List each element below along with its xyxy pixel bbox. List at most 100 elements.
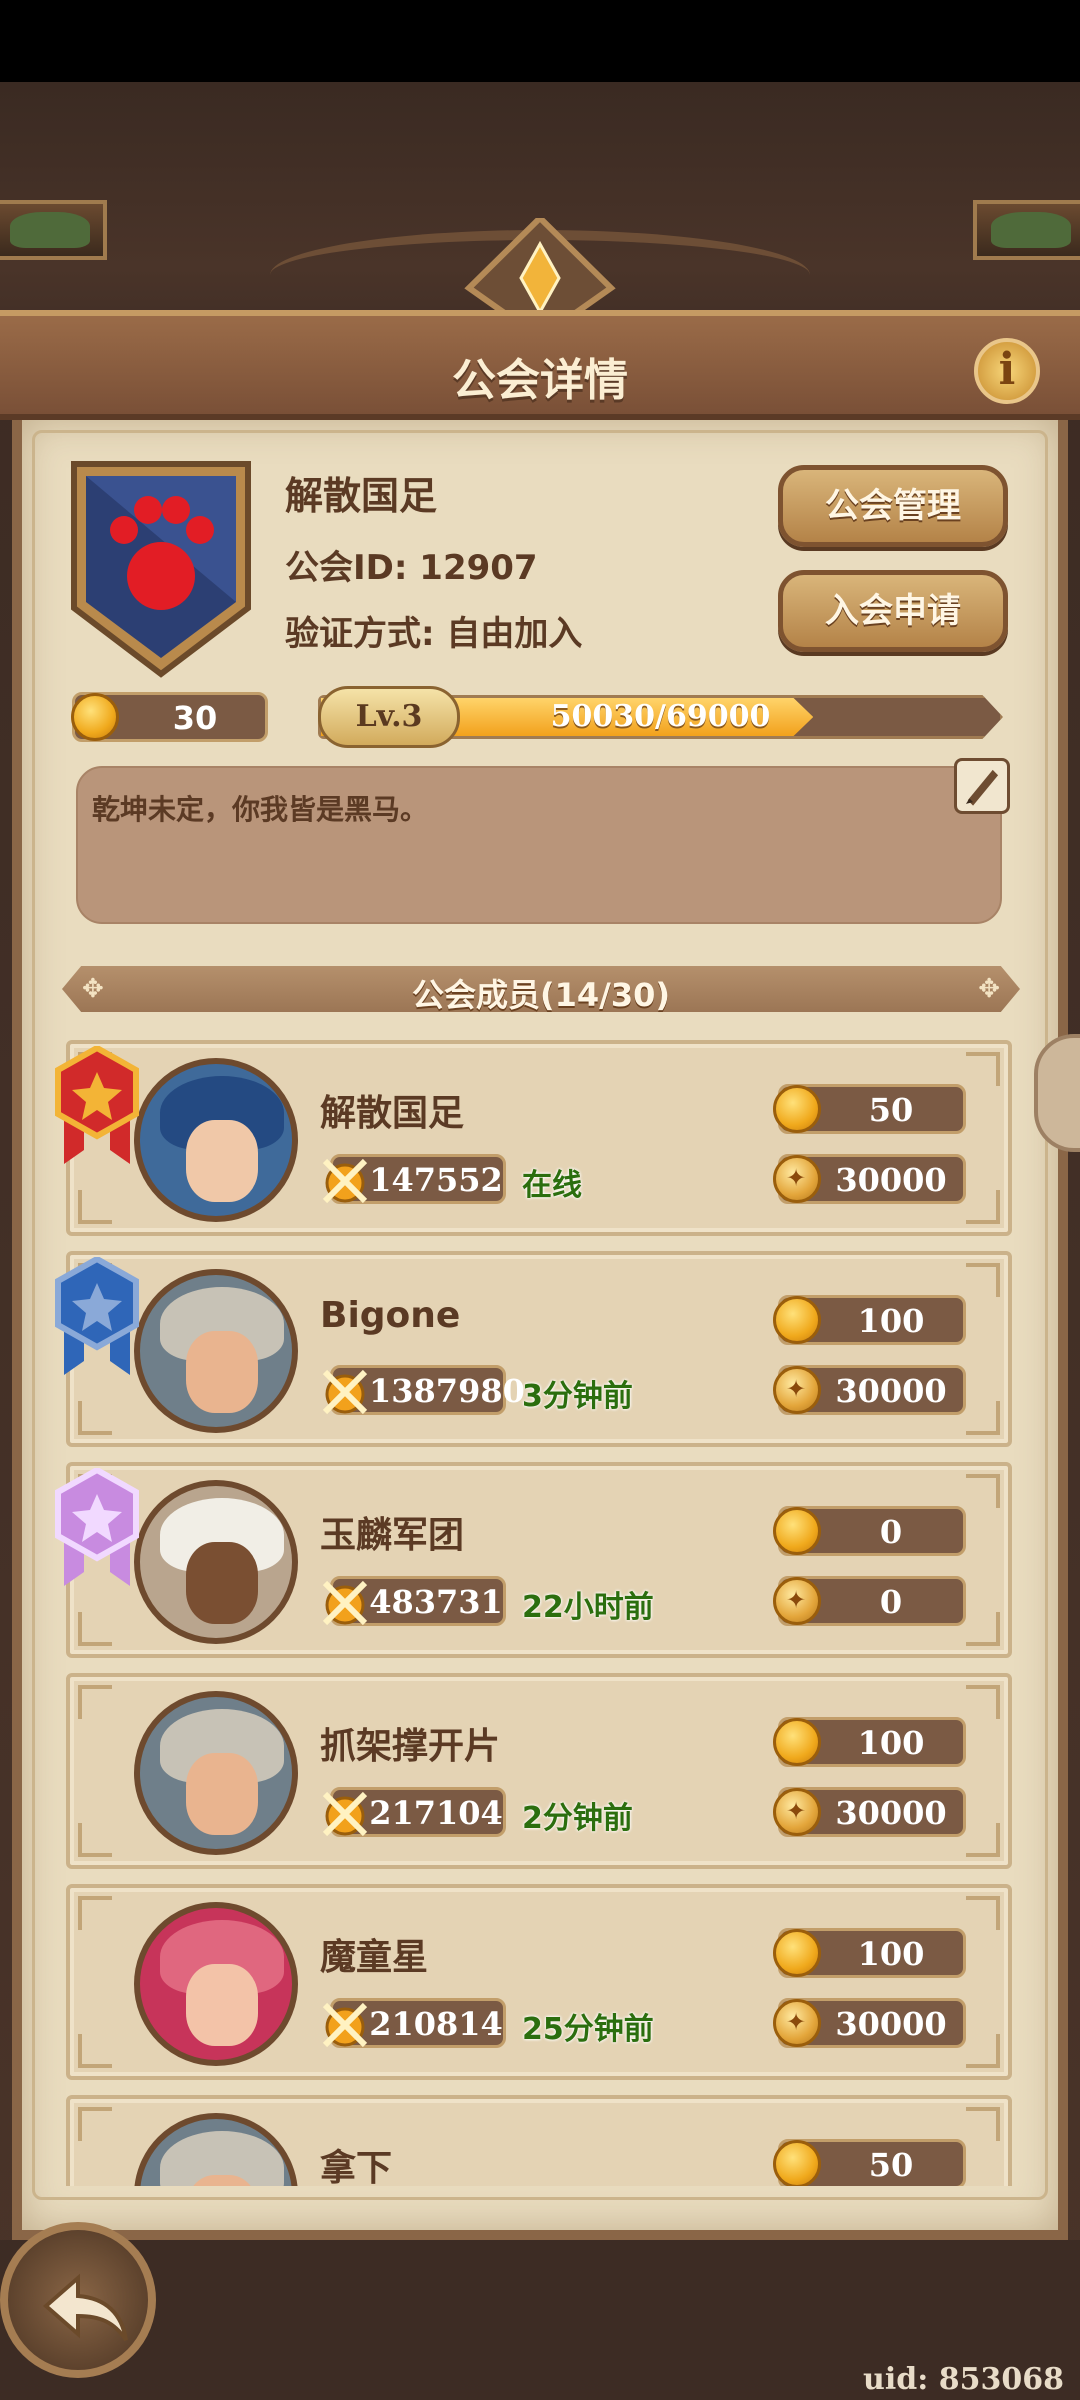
crossed-swords-icon — [322, 1791, 368, 1837]
member-contribution-value: 50 — [868, 1091, 914, 1129]
eagle-coin-icon: ✦ — [773, 1999, 821, 2047]
guild-coin-value: 30 — [172, 699, 218, 737]
member-card[interactable]: 解散国足 147552 在线 50 ✦ 30000 — [55, 1040, 1012, 1236]
member-contribution-value: 100 — [857, 1724, 925, 1762]
member-contribution-value: 100 — [857, 1302, 925, 1340]
member-donation: ✦ 30000 — [773, 1787, 966, 1837]
crossed-swords-icon — [322, 1158, 368, 1204]
guild-verify-method: 验证方式: 自由加入 — [285, 614, 583, 654]
guild-id: 公会ID: 12907 — [285, 548, 538, 588]
member-avatar[interactable] — [134, 1058, 298, 1222]
card-corner-ornament — [966, 1052, 1000, 1086]
member-contribution: 100 — [773, 1928, 966, 1978]
guild-manage-button[interactable]: 公会管理 — [778, 465, 1008, 547]
card-corner-ornament — [78, 1612, 112, 1646]
member-power: 483731 — [322, 1576, 506, 1626]
member-last-online: 3分钟前 — [522, 1379, 633, 1414]
member-donation: ✦ 30000 — [773, 1154, 966, 1204]
eagle-coin-icon: ✦ — [773, 1155, 821, 1203]
member-name: 解散国足 — [320, 1093, 465, 1134]
member-card[interactable]: 魔童星 210814 25分钟前 100 ✦ 30000 — [66, 1884, 1012, 2080]
coin-icon — [773, 2140, 821, 2186]
member-contribution: 100 — [773, 1295, 966, 1345]
card-corner-ornament — [966, 1612, 1000, 1646]
user-id: uid: 853068 — [863, 2362, 1064, 2397]
elite-rank-badge-icon — [55, 1468, 139, 1586]
back-button[interactable] — [0, 2222, 156, 2378]
join-request-button[interactable]: 入会申请 — [778, 570, 1008, 652]
card-corner-ornament — [966, 2034, 1000, 2068]
members-banner: ✥ 公会成员(14/30) ✥ — [62, 966, 1020, 1012]
member-name: 拿下 — [320, 2148, 393, 2186]
member-power-value: 210814 — [369, 2005, 503, 2043]
member-last-online: 25分钟前 — [522, 2012, 654, 2047]
member-power-value: 1387980 — [369, 1372, 525, 1410]
guild-emblem-icon — [71, 461, 251, 678]
card-corner-ornament — [78, 1685, 112, 1719]
card-corner-ornament — [78, 1823, 112, 1857]
leader-rank-badge-icon — [55, 1046, 139, 1164]
member-donation: ✦ 30000 — [773, 1998, 966, 2048]
member-power: 217104 — [322, 1787, 506, 1837]
member-avatar[interactable] — [134, 1480, 298, 1644]
member-avatar[interactable] — [134, 2113, 298, 2186]
member-donation-value: 0 — [879, 1583, 903, 1621]
eagle-coin-icon: ✦ — [773, 1366, 821, 1414]
member-donation-value: 30000 — [835, 2005, 947, 2043]
card-corner-ornament — [78, 1190, 112, 1224]
member-name: 抓架撑开片 — [320, 1726, 501, 1767]
card-corner-ornament — [966, 1685, 1000, 1719]
member-name: Bigone — [320, 1295, 461, 1336]
member-avatar[interactable] — [134, 1691, 298, 1855]
card-corner-ornament — [966, 1474, 1000, 1508]
card-corner-ornament — [966, 1263, 1000, 1297]
info-icon[interactable]: i — [974, 338, 1040, 404]
member-last-online: 2分钟前 — [522, 1801, 633, 1836]
guild-coin-counter: 30 — [71, 692, 268, 742]
coin-icon — [773, 1507, 821, 1555]
card-corner-ornament — [78, 1401, 112, 1435]
guild-motto-box: 乾坤未定，你我皆是黑马。 — [76, 758, 1010, 924]
member-donation-value: 30000 — [835, 1794, 947, 1832]
guild-motto: 乾坤未定，你我皆是黑马。 — [92, 793, 429, 826]
member-list[interactable]: 解散国足 147552 在线 50 ✦ 30000 Bigone 1387980… — [30, 1040, 1050, 2186]
member-donation-value: 30000 — [835, 1161, 947, 1199]
member-power: 210814 — [322, 1998, 506, 2048]
pillar-right-ornament — [973, 200, 1080, 260]
header-bar: 公会详情 i — [0, 310, 1080, 420]
card-corner-ornament — [966, 1896, 1000, 1930]
coin-icon — [773, 1085, 821, 1133]
crossed-swords-icon — [322, 1369, 368, 1415]
member-contribution-value: 100 — [857, 1935, 925, 1973]
coin-icon — [71, 693, 119, 741]
coin-icon — [773, 1929, 821, 1977]
guild-name: 解散国足 — [285, 474, 438, 518]
vice-rank-badge-icon — [55, 1257, 139, 1375]
member-contribution-value: 50 — [868, 2146, 914, 2184]
member-last-online: 在线 — [522, 1168, 582, 1203]
member-avatar[interactable] — [134, 1902, 298, 2066]
member-contribution: 100 — [773, 1717, 966, 1767]
card-corner-ornament — [966, 1401, 1000, 1435]
crossed-swords-icon — [322, 2002, 368, 2048]
member-last-online: 22小时前 — [522, 1590, 654, 1625]
member-avatar[interactable] — [134, 1269, 298, 1433]
fleur-right-icon: ✥ — [978, 974, 1000, 1004]
member-donation: ✦ 30000 — [773, 1365, 966, 1415]
back-arrow-icon — [42, 2273, 128, 2342]
member-card[interactable]: 玉麟军团 483731 22小时前 0 ✦ 0 — [55, 1462, 1012, 1658]
member-card[interactable]: 拿下 50 — [66, 2095, 1012, 2186]
member-donation-value: 30000 — [835, 1372, 947, 1410]
coin-icon — [773, 1296, 821, 1344]
edit-quill-icon[interactable] — [954, 758, 1010, 814]
eagle-coin-icon: ✦ — [773, 1577, 821, 1625]
member-power-value: 217104 — [369, 1794, 503, 1832]
crossed-swords-icon — [322, 1580, 368, 1626]
pillar-left-ornament — [0, 200, 107, 260]
member-card[interactable]: 抓架撑开片 217104 2分钟前 100 ✦ 30000 — [66, 1673, 1012, 1869]
member-contribution: 50 — [773, 1084, 966, 1134]
member-power-value: 483731 — [369, 1583, 503, 1621]
member-card[interactable]: Bigone 1387980 3分钟前 100 ✦ 30000 — [55, 1251, 1012, 1447]
card-corner-ornament — [78, 2034, 112, 2068]
member-contribution: 50 — [773, 2139, 966, 2186]
